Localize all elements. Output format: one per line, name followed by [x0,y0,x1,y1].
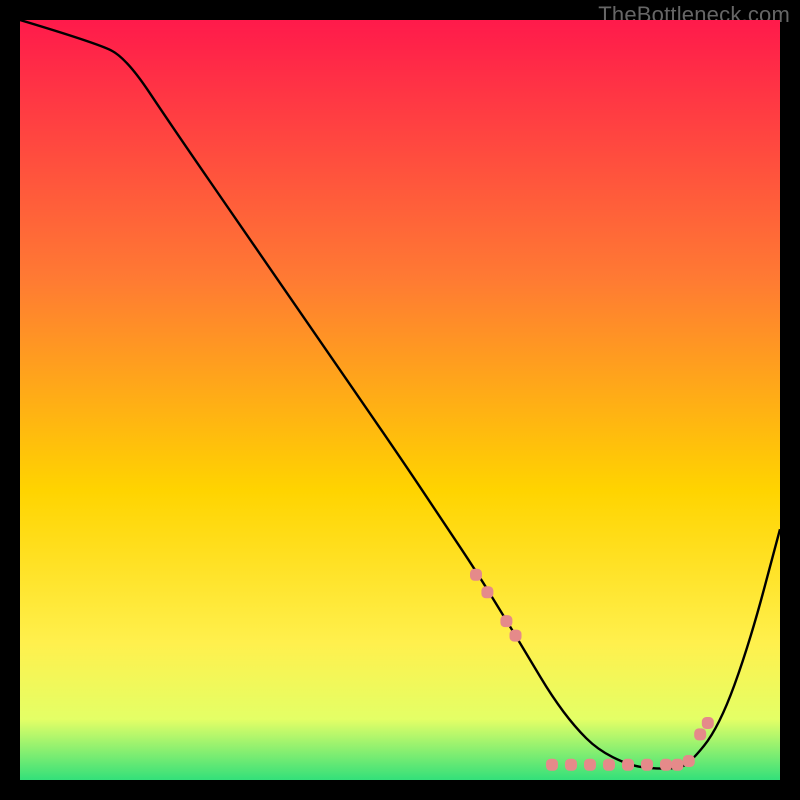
curve-marker [500,615,512,627]
curve-marker [481,586,493,598]
curve-marker [603,759,615,771]
curve-marker [584,759,596,771]
curve-marker [702,717,714,729]
curve-marker [470,569,482,581]
curve-marker [671,759,683,771]
curve-marker [510,630,522,642]
curve-marker [565,759,577,771]
curve-marker [622,759,634,771]
curve-marker [683,755,695,767]
curve-marker [641,759,653,771]
chart-stage: TheBottleneck.com [0,0,800,800]
curve-marker [546,759,558,771]
gradient-background [20,20,780,780]
plot-area [20,20,780,780]
curve-marker [660,759,672,771]
curve-marker [694,728,706,740]
bottleneck-chart [20,20,780,780]
